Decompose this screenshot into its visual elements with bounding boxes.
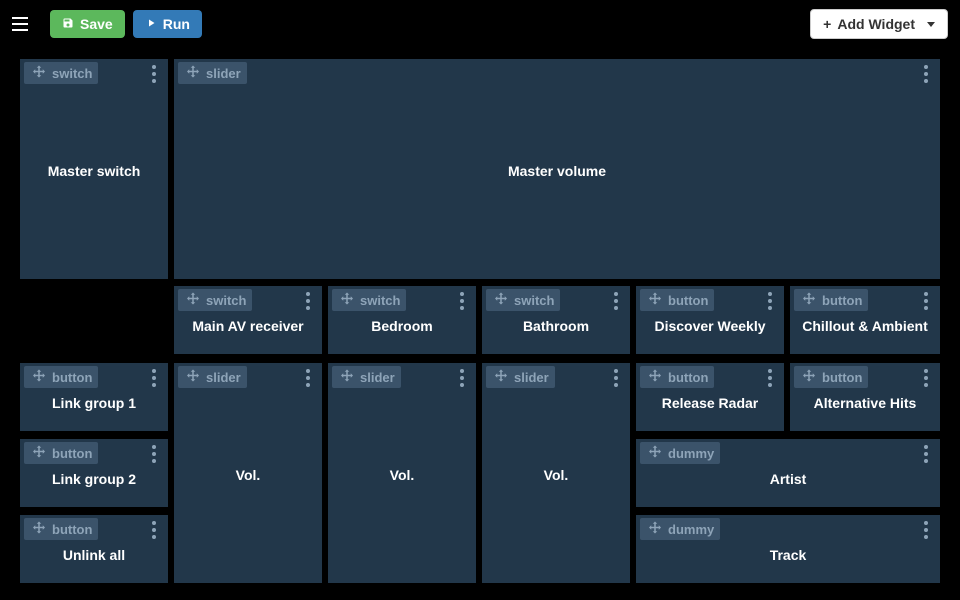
- widget-title: Vol.: [382, 463, 423, 483]
- widget-title: Discover Weekly: [636, 314, 784, 334]
- widget-type-label: button: [668, 293, 708, 308]
- save-button-label: Save: [80, 16, 113, 32]
- move-icon[interactable]: [30, 64, 48, 82]
- kebab-icon[interactable]: [762, 367, 778, 389]
- widget-title: Link group 1: [20, 391, 168, 411]
- widget-main-av[interactable]: switch Main AV receiver: [173, 285, 323, 355]
- widget-vol-3[interactable]: slider Vol.: [481, 362, 631, 584]
- widget-type-label: slider: [514, 370, 549, 385]
- kebab-icon[interactable]: [454, 290, 470, 312]
- widget-title: Master volume: [500, 159, 614, 179]
- widget-vol-1[interactable]: slider Vol.: [173, 362, 323, 584]
- move-icon[interactable]: [338, 291, 356, 309]
- kebab-icon[interactable]: [918, 290, 934, 312]
- kebab-icon[interactable]: [300, 367, 316, 389]
- save-button[interactable]: Save: [50, 10, 125, 38]
- widget-link-group-1[interactable]: button Link group 1: [19, 362, 169, 432]
- widget-title: Chillout & Ambient: [790, 314, 940, 334]
- widget-type-label: dummy: [668, 446, 714, 461]
- widget-type-label: slider: [206, 66, 241, 81]
- move-icon[interactable]: [646, 520, 664, 538]
- widget-title: Main AV receiver: [174, 314, 322, 334]
- move-icon[interactable]: [184, 291, 202, 309]
- widget-unlink-all[interactable]: button Unlink all: [19, 514, 169, 584]
- widget-release-radar[interactable]: button Release Radar: [635, 362, 785, 432]
- move-icon[interactable]: [646, 291, 664, 309]
- move-icon[interactable]: [184, 368, 202, 386]
- add-widget-button[interactable]: + Add Widget: [810, 9, 948, 39]
- widget-title: Bedroom: [328, 314, 476, 334]
- widget-track[interactable]: dummy Track: [635, 514, 941, 584]
- save-icon: [62, 16, 74, 32]
- kebab-icon[interactable]: [762, 290, 778, 312]
- widget-type-label: switch: [206, 293, 246, 308]
- widget-bathroom[interactable]: switch Bathroom: [481, 285, 631, 355]
- menu-icon[interactable]: [12, 12, 36, 36]
- kebab-icon[interactable]: [146, 367, 162, 389]
- widget-type-label: button: [822, 370, 862, 385]
- widget-title: Alternative Hits: [790, 391, 940, 411]
- widget-type-label: slider: [206, 370, 241, 385]
- widget-title: Artist: [636, 467, 940, 487]
- plus-icon: +: [823, 16, 831, 32]
- kebab-icon[interactable]: [918, 443, 934, 465]
- play-icon: [145, 16, 157, 32]
- widget-vol-2[interactable]: slider Vol.: [327, 362, 477, 584]
- kebab-icon[interactable]: [146, 443, 162, 465]
- move-icon[interactable]: [338, 368, 356, 386]
- move-icon[interactable]: [646, 444, 664, 462]
- add-widget-label: Add Widget: [837, 16, 915, 32]
- kebab-icon[interactable]: [300, 290, 316, 312]
- move-icon[interactable]: [800, 291, 818, 309]
- run-button[interactable]: Run: [133, 10, 202, 38]
- widget-master-volume[interactable]: slider Master volume: [173, 58, 941, 280]
- toolbar: Save Run + Add Widget: [0, 0, 960, 48]
- widget-title: Master switch: [40, 159, 149, 179]
- widget-master-switch[interactable]: switch Master switch: [19, 58, 169, 280]
- widget-discover-weekly[interactable]: button Discover Weekly: [635, 285, 785, 355]
- widget-title: Track: [636, 543, 940, 563]
- dashboard-grid: switch Master switch slider Master volum…: [0, 48, 960, 600]
- widget-type-label: switch: [52, 66, 92, 81]
- widget-chillout[interactable]: button Chillout & Ambient: [789, 285, 941, 355]
- widget-type-label: button: [822, 293, 862, 308]
- widget-artist[interactable]: dummy Artist: [635, 438, 941, 508]
- widget-title: Vol.: [228, 463, 269, 483]
- kebab-icon[interactable]: [608, 290, 624, 312]
- move-icon[interactable]: [646, 368, 664, 386]
- move-icon[interactable]: [184, 64, 202, 82]
- kebab-icon[interactable]: [918, 63, 934, 85]
- widget-bedroom[interactable]: switch Bedroom: [327, 285, 477, 355]
- widget-type-label: switch: [360, 293, 400, 308]
- move-icon[interactable]: [492, 291, 510, 309]
- move-icon[interactable]: [30, 368, 48, 386]
- kebab-icon[interactable]: [918, 367, 934, 389]
- widget-type-label: button: [52, 446, 92, 461]
- widget-title: Unlink all: [20, 543, 168, 563]
- move-icon[interactable]: [30, 520, 48, 538]
- widget-link-group-2[interactable]: button Link group 2: [19, 438, 169, 508]
- run-button-label: Run: [163, 16, 190, 32]
- kebab-icon[interactable]: [608, 367, 624, 389]
- widget-type-label: button: [52, 522, 92, 537]
- widget-title: Link group 2: [20, 467, 168, 487]
- kebab-icon[interactable]: [146, 519, 162, 541]
- widget-alternative-hits[interactable]: button Alternative Hits: [789, 362, 941, 432]
- widget-title: Vol.: [536, 463, 577, 483]
- widget-type-label: dummy: [668, 522, 714, 537]
- kebab-icon[interactable]: [454, 367, 470, 389]
- kebab-icon[interactable]: [918, 519, 934, 541]
- widget-title: Bathroom: [482, 314, 630, 334]
- widget-type-label: slider: [360, 370, 395, 385]
- move-icon[interactable]: [800, 368, 818, 386]
- widget-type-label: button: [52, 370, 92, 385]
- move-icon[interactable]: [30, 444, 48, 462]
- caret-down-icon: [927, 22, 935, 27]
- kebab-icon[interactable]: [146, 63, 162, 85]
- widget-type-label: button: [668, 370, 708, 385]
- widget-type-label: switch: [514, 293, 554, 308]
- widget-title: Release Radar: [636, 391, 784, 411]
- move-icon[interactable]: [492, 368, 510, 386]
